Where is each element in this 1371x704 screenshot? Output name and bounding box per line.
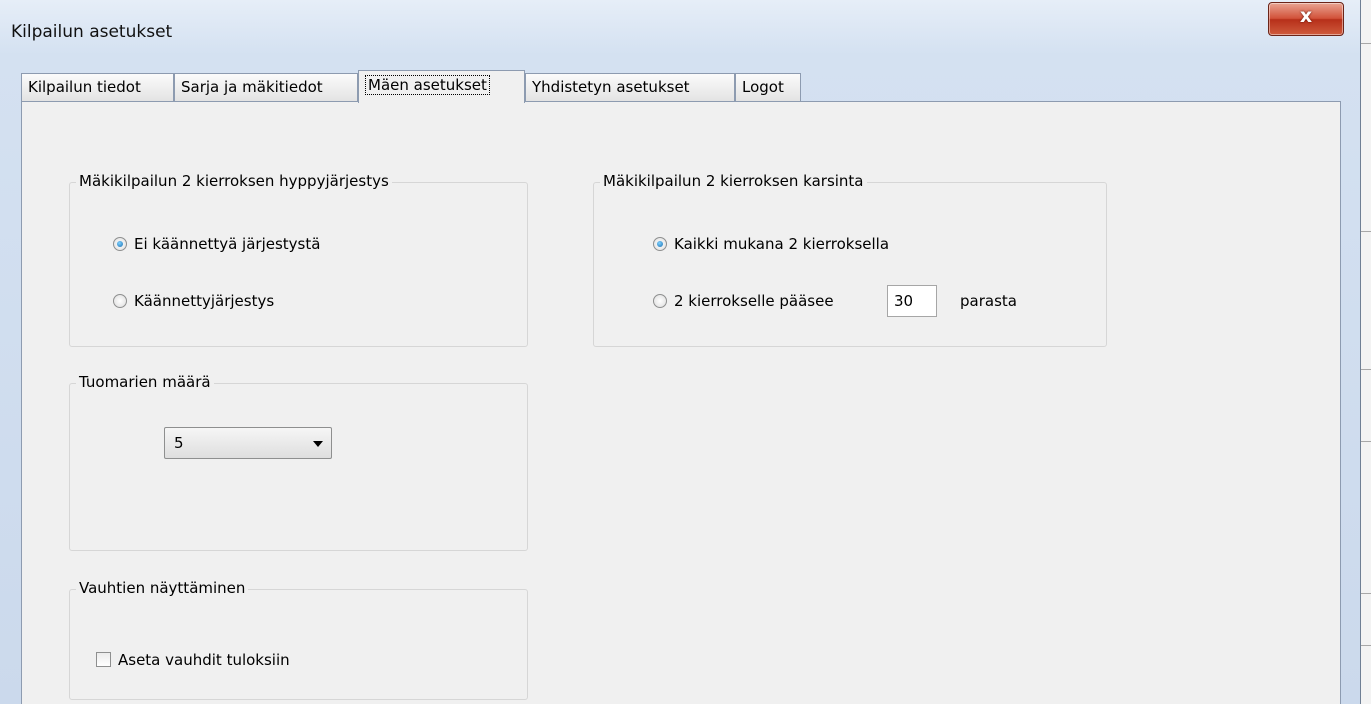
qualification-group: Mäkikilpailun 2 kierroksen karsinta Kaik… [593, 172, 1107, 347]
checkbox-label: Aseta vauhdit tuloksiin [118, 651, 290, 669]
close-button[interactable]: x [1268, 2, 1344, 36]
divider [1361, 43, 1371, 44]
chevron-down-icon [313, 441, 323, 447]
radio-indicator [113, 294, 127, 308]
group-title: Mäkikilpailun 2 kierroksen hyppyjärjesty… [76, 172, 392, 190]
checkbox-box [96, 652, 111, 667]
group-title: Tuomarien määrä [76, 373, 214, 391]
radio-label: Kaikki mukana 2 kierroksella [674, 235, 890, 253]
tab-maen-asetukset[interactable]: Mäen asetukset [358, 70, 525, 103]
group-title: Vauhtien näyttäminen [76, 579, 249, 597]
tab-label: Kilpailun tiedot [28, 78, 141, 96]
divider [1361, 231, 1371, 232]
select-value: 5 [174, 434, 184, 452]
radio-indicator [653, 294, 667, 308]
tab-label: Mäen asetukset [365, 75, 490, 95]
radio-indicator [113, 237, 127, 251]
background-window-edge [1361, 0, 1371, 704]
jump-order-group: Mäkikilpailun 2 kierroksen hyppyjärjesty… [69, 172, 528, 347]
divider [1361, 593, 1371, 594]
divider [1361, 441, 1371, 442]
radio-label: Käännettyjärjestys [134, 292, 275, 310]
tab-sarja-ja-makitiedot[interactable]: Sarja ja mäkitiedot [174, 73, 358, 101]
tab-logot[interactable]: Logot [735, 73, 801, 101]
divider [1361, 645, 1371, 646]
radio-label: Ei käännettyä järjestystä [134, 235, 321, 253]
group-title: Mäkikilpailun 2 kierroksen karsinta [600, 172, 867, 190]
close-icon: x [1299, 5, 1313, 27]
tab-label: Yhdistetyn asetukset [532, 78, 690, 96]
speeds-group: Vauhtien näyttäminen Aseta vauhdit tulok… [69, 579, 528, 700]
qualify-count-input[interactable]: 30 [887, 285, 937, 317]
radio-not-reversed[interactable]: Ei käännettyä järjestystä [113, 235, 320, 253]
radio-reversed[interactable]: Käännettyjärjestys [113, 292, 274, 310]
tab-kilpailun-tiedot[interactable]: Kilpailun tiedot [21, 73, 174, 101]
window-title: Kilpailun asetukset [11, 22, 173, 42]
tab-strip: Kilpailun tiedot Sarja ja mäkitiedot Mäe… [21, 70, 1341, 103]
title-bar: Kilpailun asetukset x [0, 0, 1360, 62]
radio-top-n-qualify[interactable]: 2 kierrokselle pääsee [653, 292, 834, 310]
tab-label: Sarja ja mäkitiedot [181, 78, 323, 96]
qualify-count-suffix: parasta [960, 292, 1017, 310]
judges-count-select[interactable]: 5 [164, 427, 332, 459]
tab-label: Logot [742, 78, 784, 96]
radio-label: 2 kierrokselle pääsee [674, 292, 834, 310]
judges-group: Tuomarien määrä 5 [69, 373, 528, 551]
radio-indicator [653, 237, 667, 251]
set-speeds-checkbox[interactable]: Aseta vauhdit tuloksiin [96, 651, 290, 669]
tab-panel: Mäkikilpailun 2 kierroksen hyppyjärjesty… [21, 101, 1341, 704]
tab-yhdistetyn-asetukset[interactable]: Yhdistetyn asetukset [525, 73, 735, 101]
divider [1361, 369, 1371, 370]
radio-all-qualify[interactable]: Kaikki mukana 2 kierroksella [653, 235, 889, 253]
dialog-window: Kilpailun asetukset x Kilpailun tiedot S… [0, 0, 1361, 704]
